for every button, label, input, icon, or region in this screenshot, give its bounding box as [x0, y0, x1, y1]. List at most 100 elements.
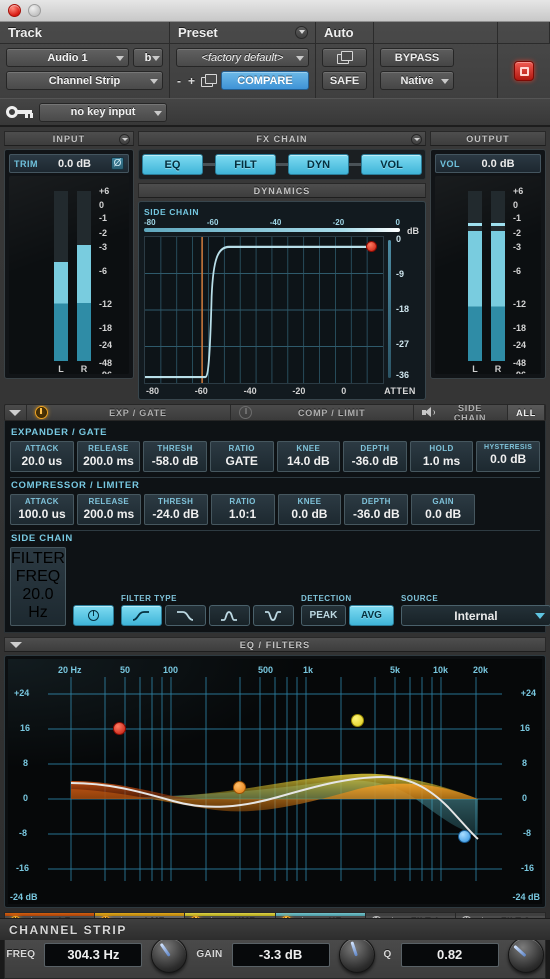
preset-section-label: Preset: [170, 21, 316, 44]
param-cl-thresh[interactable]: THRESH -24.0 dB: [143, 494, 208, 525]
fx-button-filt[interactable]: FILT: [215, 154, 276, 175]
fx-chain-menu-chevron-down-icon[interactable]: [411, 133, 422, 145]
param-label: DEPTH: [361, 497, 391, 506]
key-icon: [6, 106, 33, 118]
trim-control[interactable]: TRIM 0.0 dB Ø: [9, 154, 129, 173]
filter-freq-field[interactable]: FILTER FREQ 20.0 Hz: [10, 547, 66, 626]
dynamics-threshold-handle[interactable]: [366, 241, 377, 252]
speaker-icon[interactable]: [422, 407, 436, 418]
atten-rail: [388, 240, 391, 378]
param-eg-ratio[interactable]: RATIO GATE: [209, 441, 274, 472]
fx-button-vol[interactable]: VOL: [361, 154, 422, 175]
filter-type-bandpass-button[interactable]: [208, 605, 250, 626]
engine-select-value: Native: [400, 74, 434, 87]
fx-link-3: [349, 163, 361, 166]
bypass-button[interactable]: BYPASS: [380, 48, 454, 67]
filter-type-highpass-button[interactable]: [120, 605, 162, 626]
param-eg-hold[interactable]: HOLD 1.0 ms: [409, 441, 474, 472]
dyn-x-tick-1: -60: [194, 386, 208, 396]
close-icon[interactable]: [8, 4, 21, 17]
input-channel-label-r: R: [80, 364, 88, 374]
freq-field[interactable]: 304.3 Hz: [44, 942, 143, 967]
param-eg-release[interactable]: RELEASE 200.0 ms: [76, 441, 141, 472]
header-section-labels: Track Preset Auto: [0, 21, 550, 44]
detection-avg-button[interactable]: AVG: [348, 605, 394, 626]
track-select[interactable]: Audio 1: [6, 48, 129, 67]
eq-x-tick-7: 20k: [473, 665, 489, 675]
param-cl-knee[interactable]: KNEE 0.0 dB: [277, 494, 342, 525]
param-label: THRESH: [158, 497, 194, 506]
output-scale-2: -1: [513, 213, 522, 223]
output-scale-4: -3: [513, 242, 522, 252]
dynamics-graph-wrap: 0 -9 -18 -27 -36: [144, 234, 420, 384]
filter-type-lowpass-button[interactable]: [164, 605, 206, 626]
detection-label: DETECTION: [300, 594, 352, 603]
automation-window-button[interactable]: [322, 48, 367, 67]
power-icon[interactable]: [34, 406, 48, 419]
input-scale-3: -2: [99, 228, 108, 238]
dynamics-curve-svg: [145, 237, 383, 383]
gain-knob[interactable]: [338, 936, 375, 973]
filter-type-notch-button[interactable]: [252, 605, 294, 626]
param-eg-attack[interactable]: ATTACK 20.0 us: [10, 441, 74, 472]
plugin-enable-button[interactable]: [514, 61, 534, 81]
preset-next-button[interactable]: +: [187, 74, 196, 88]
tab-exp-gate[interactable]: EXP / GATE: [27, 405, 232, 420]
dynamics-collapse-toggle[interactable]: [5, 405, 27, 420]
param-label: KNEE: [297, 497, 322, 506]
param-eg-depth[interactable]: DEPTH -36.0 dB: [343, 441, 407, 472]
input-channel-label-l: L: [58, 364, 64, 374]
chevron-down-icon: [441, 79, 449, 84]
sidechain-meter-label: SIDE CHAIN: [144, 207, 200, 217]
detection-peak-button[interactable]: PEAK: [300, 605, 346, 626]
q-field[interactable]: 0.82: [400, 942, 499, 967]
output-scale-10: -96: [513, 370, 526, 374]
tab-side-chain[interactable]: SIDE CHAIN: [414, 405, 509, 420]
gain-field[interactable]: -3.3 dB: [231, 942, 330, 967]
plugin-select[interactable]: Channel Strip: [6, 71, 163, 90]
param-cl-release[interactable]: RELEASE 200.0 ms: [76, 494, 141, 525]
input-title: INPUT: [52, 133, 86, 144]
vol-control[interactable]: VOL 0.0 dB: [435, 154, 541, 173]
eq-handle-hf[interactable]: [458, 830, 471, 843]
dynamics-curve-plot[interactable]: [144, 236, 384, 384]
compare-button[interactable]: COMPARE: [221, 71, 309, 90]
sidechain-enable-button[interactable]: [72, 605, 114, 626]
engine-select[interactable]: Native: [380, 71, 454, 90]
preset-select[interactable]: <factory default>: [176, 48, 309, 67]
safe-button[interactable]: SAFE: [322, 71, 367, 90]
param-value: 0.0 dB: [425, 507, 462, 521]
phase-invert-button[interactable]: Ø: [111, 157, 124, 170]
power-icon[interactable]: [239, 406, 253, 419]
freq-knob[interactable]: [151, 936, 188, 973]
eq-curve-plot[interactable]: 20 Hz 50 100 500 1k 5k 10k 20k +24 16 8 …: [8, 659, 542, 904]
param-cl-gain[interactable]: GAIN 0.0 dB: [411, 494, 476, 525]
param-cl-ratio[interactable]: RATIO 1.0:1: [210, 494, 275, 525]
track-letter-select[interactable]: b: [133, 48, 163, 67]
eq-y-tick-left-6: -24 dB: [10, 892, 38, 902]
eq-collapse-toggle[interactable]: [10, 642, 22, 648]
preset-label-text: Preset: [178, 25, 218, 40]
preset-previous-button[interactable]: -: [176, 74, 182, 88]
fx-button-eq[interactable]: EQ: [142, 154, 203, 175]
minimize-icon[interactable]: [28, 4, 41, 17]
source-select[interactable]: Internal: [400, 605, 550, 626]
eq-handle-lf[interactable]: [113, 722, 126, 735]
param-eg-hysteresis[interactable]: HYSTERESIS 0.0 dB: [476, 441, 540, 472]
tab-comp-limit[interactable]: COMP / LIMIT: [231, 405, 415, 420]
param-eg-knee[interactable]: KNEE 14.0 dB: [276, 441, 341, 472]
eq-handle-hmf[interactable]: [351, 714, 364, 727]
param-cl-attack[interactable]: ATTACK 100.0 us: [10, 494, 74, 525]
input-menu-chevron-down-icon[interactable]: [119, 133, 130, 145]
fx-button-dyn[interactable]: DYN: [288, 154, 349, 175]
key-input-select[interactable]: no key input: [39, 102, 167, 122]
dynamics-atten-scale: 0 -9 -18 -27 -36: [384, 234, 420, 384]
tab-all[interactable]: ALL: [508, 405, 545, 420]
preset-copy-icon[interactable]: [201, 74, 218, 87]
preset-menu-chevron-down-icon[interactable]: [295, 25, 308, 39]
output-scale-3: -2: [513, 228, 522, 238]
param-cl-depth[interactable]: DEPTH -36.0 dB: [344, 494, 409, 525]
eq-handle-lmf[interactable]: [233, 781, 246, 794]
param-eg-thresh[interactable]: THRESH -58.0 dB: [143, 441, 207, 472]
q-knob[interactable]: [507, 936, 544, 973]
